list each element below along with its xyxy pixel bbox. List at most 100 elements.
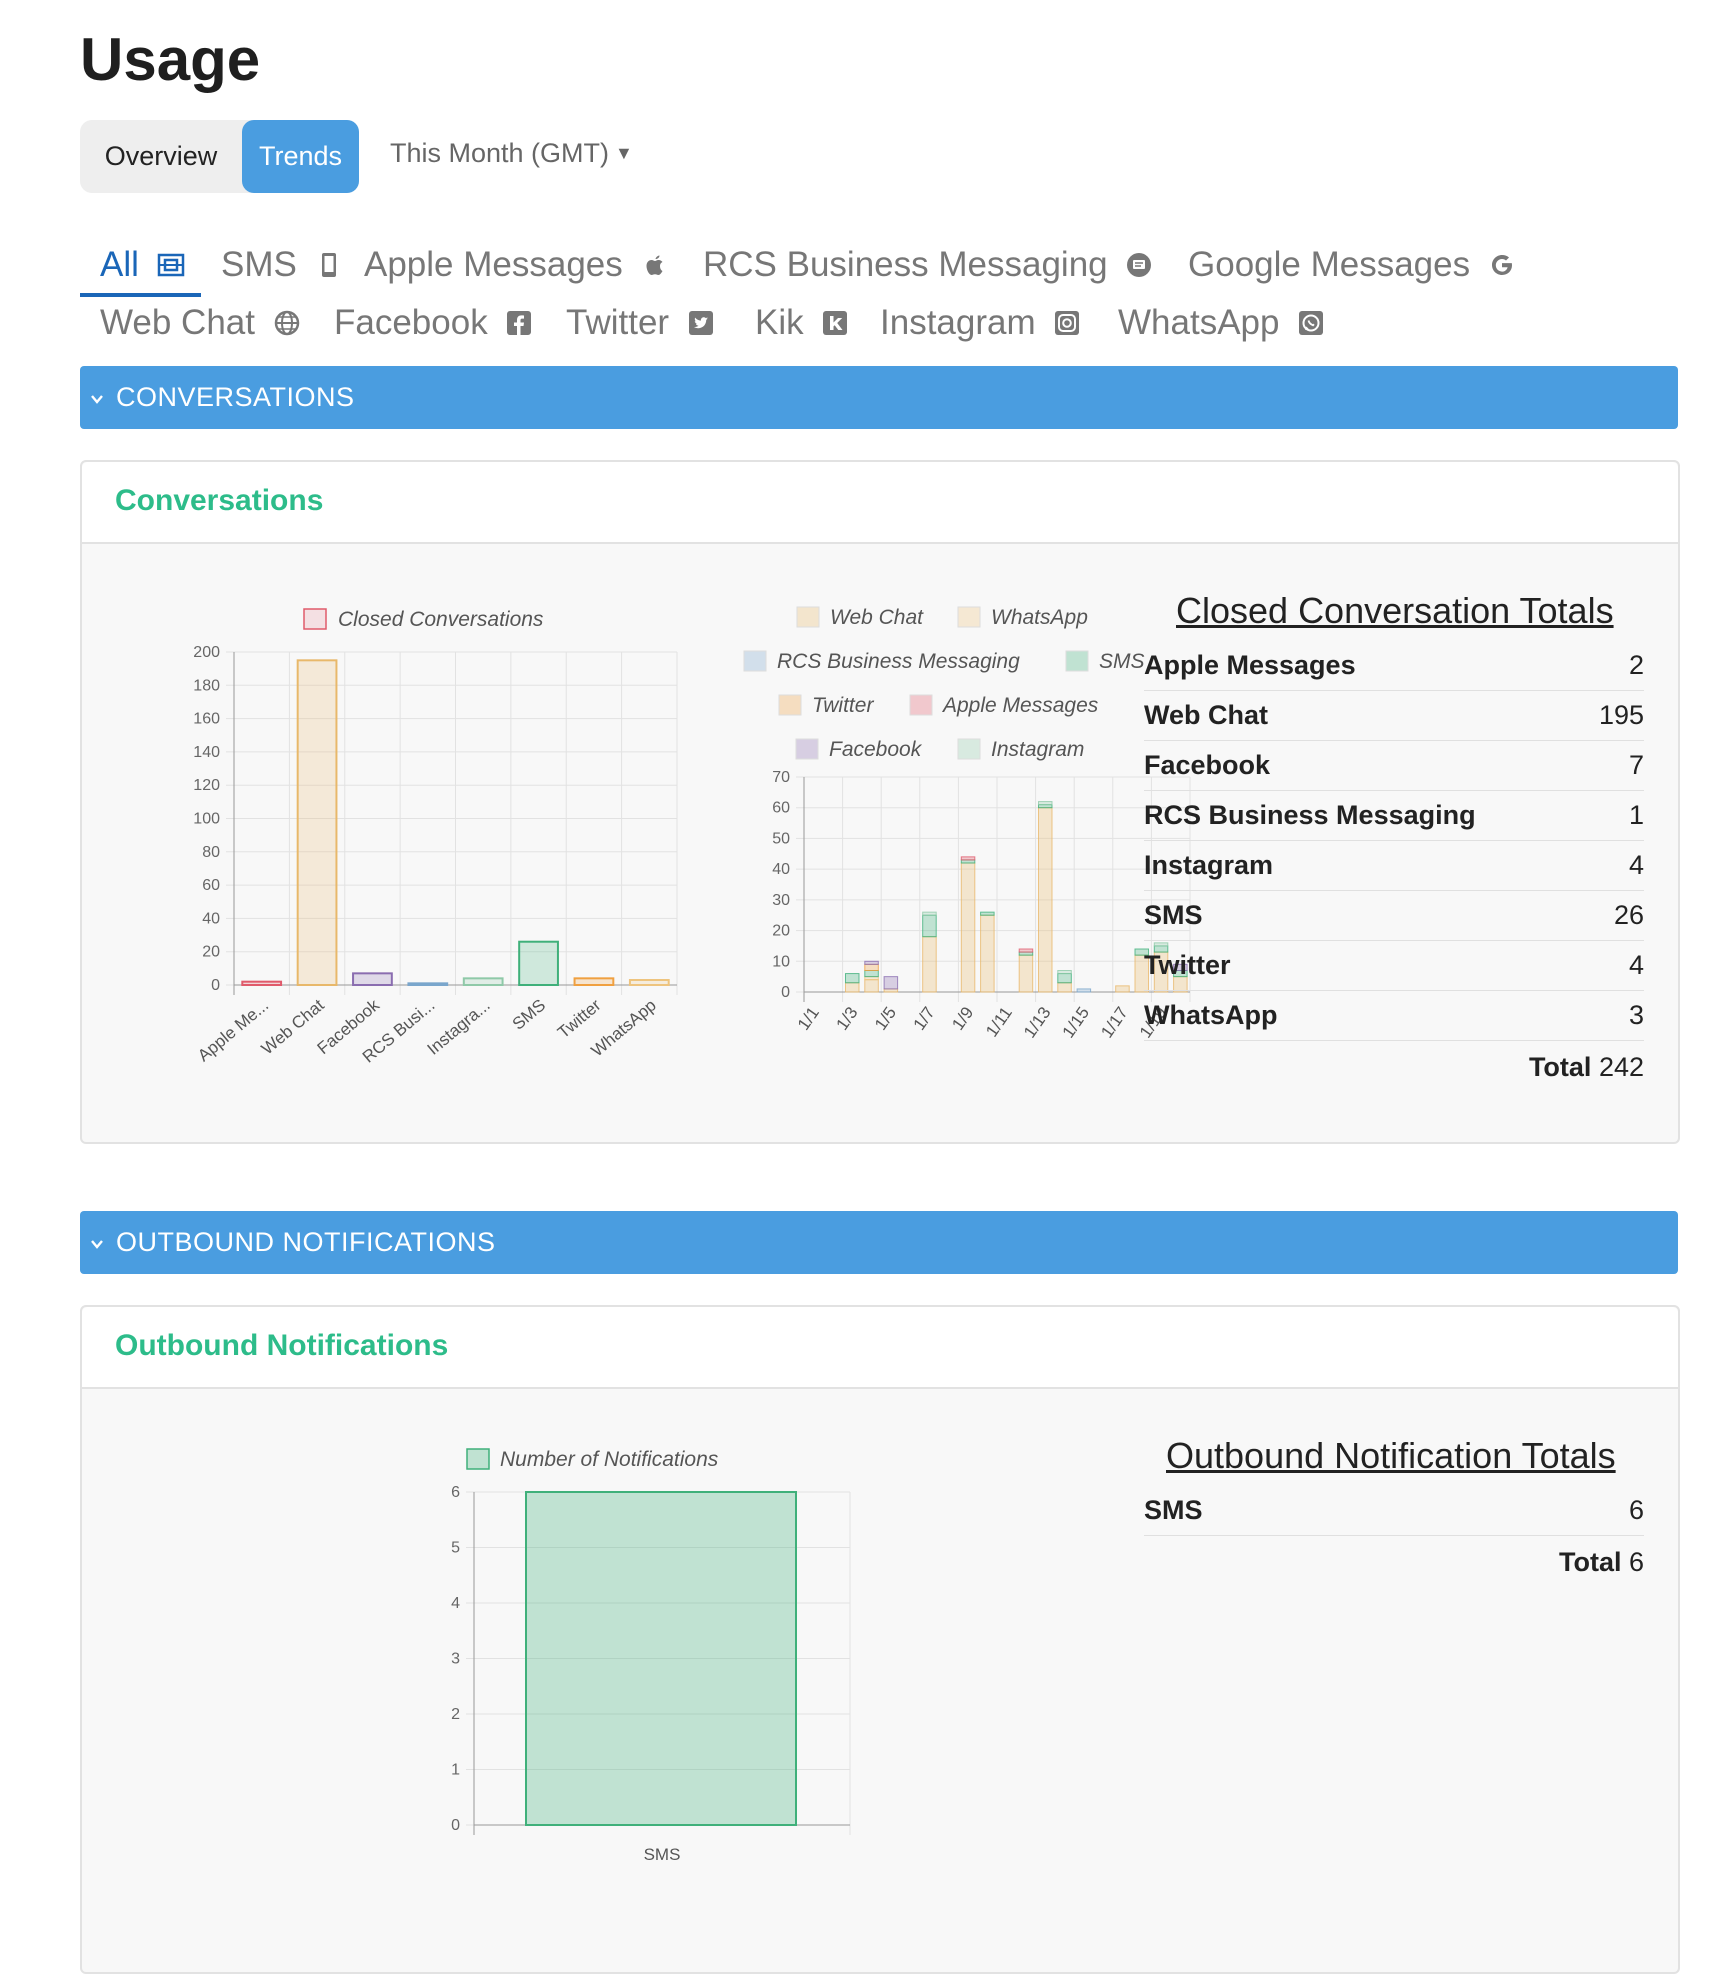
bar <box>407 982 449 986</box>
bar-segment <box>960 856 976 861</box>
y-tick-label: 1 <box>451 1762 460 1779</box>
closed-conversations-bar-chart: 0 20 40 60 80 100 120 140 160 180 200 Closed Conver… <box>193 608 678 1067</box>
y-tick-label: 80 <box>202 844 220 861</box>
tab-whatsapp[interactable]: WhatsApp <box>1118 303 1325 343</box>
tab-google-messages[interactable]: Google Messages <box>1188 245 1516 285</box>
legend-label: Closed Conversations <box>338 608 544 631</box>
bar-segment <box>1037 807 1053 993</box>
bar <box>518 940 559 986</box>
bar-segment <box>980 914 995 993</box>
tab-web-chat[interactable]: Web Chat <box>100 303 301 343</box>
totals-row-value: 4 <box>1628 850 1644 880</box>
bar-segment <box>1018 948 1034 953</box>
y-tick-label: 60 <box>772 800 790 817</box>
tab-kik[interactable]: Kik <box>755 303 849 343</box>
x-tick-label: 1/7 <box>910 1003 939 1033</box>
y-tick-label: 6 <box>451 1484 460 1501</box>
bar-segment <box>922 911 937 916</box>
tab-instagram[interactable]: Instagram <box>880 303 1081 343</box>
tab-label: RCS Business Messaging <box>703 245 1108 284</box>
totals-row-name: Twitter <box>1144 950 1231 980</box>
bar-segment <box>1057 973 1072 984</box>
view-toggle: Overview Trends <box>80 120 359 193</box>
bar-segment <box>1018 954 1034 993</box>
totals-row: WhatsApp 3 <box>1144 992 1644 1041</box>
trends-button[interactable]: Trends <box>242 120 359 193</box>
globe-icon <box>274 310 299 336</box>
tab-sms[interactable]: SMS <box>221 245 343 285</box>
legend-label: Web Chat <box>830 606 924 629</box>
legend-label: RCS Business Messaging <box>777 650 1020 673</box>
y-tick-label: 40 <box>772 861 790 878</box>
conversations-section-toggle[interactable]: CONVERSATIONS <box>80 366 1678 429</box>
date-range-label: This Month (GMT) <box>390 138 610 168</box>
legend-label: Facebook <box>829 738 923 761</box>
bar-segment <box>864 963 879 972</box>
tab-label: Facebook <box>334 303 488 342</box>
bar-segment <box>1057 970 1072 975</box>
total-value: 6 <box>1621 1547 1644 1577</box>
card-title: Outbound Notifications <box>115 1329 449 1362</box>
bar <box>525 1491 797 1826</box>
x-tick-label: SMS <box>644 1845 681 1864</box>
x-tick-label: 1/1 <box>794 1003 823 1033</box>
y-tick-label: 70 <box>772 769 790 786</box>
bar <box>352 972 393 987</box>
y-tick-label: 0 <box>781 984 790 1001</box>
overview-button[interactable]: Overview <box>80 120 242 193</box>
rcs-icon <box>1127 253 1152 277</box>
x-tick-label: Instagra... <box>424 996 494 1059</box>
totals-row-name: SMS <box>1144 1495 1203 1525</box>
y-tick-label: 100 <box>193 811 220 828</box>
totals-row-value: 2 <box>1628 650 1644 680</box>
tab-all[interactable]: All <box>100 245 185 285</box>
legend-label: SMS <box>1099 650 1145 673</box>
chevron-down-icon <box>91 395 103 404</box>
totals-grand-total: Total 6 <box>1144 1547 1644 1578</box>
totals-row: Facebook 7 <box>1144 742 1644 791</box>
bar <box>462 977 504 986</box>
y-tick-label: 0 <box>451 1817 460 1834</box>
tab-twitter[interactable]: Twitter <box>566 303 715 343</box>
legend-swatch <box>303 608 327 630</box>
legend-label: Number of Notifications <box>500 1448 719 1471</box>
legend-swatch <box>466 1448 490 1470</box>
legend-swatch <box>778 694 802 716</box>
totals-row: SMS 6 <box>1144 1487 1644 1536</box>
totals-row-value: 4 <box>1628 950 1644 980</box>
active-tab-underline <box>80 293 201 297</box>
legend-swatch <box>957 738 981 760</box>
x-tick-label: 1/13 <box>1020 1003 1055 1041</box>
legend-label: Twitter <box>812 694 874 717</box>
y-tick-label: 5 <box>451 1540 460 1557</box>
legend-swatch <box>796 606 820 628</box>
totals-row-value: 3 <box>1628 1000 1644 1030</box>
tab-facebook[interactable]: Facebook <box>334 303 533 343</box>
outbound-notifications-section-toggle[interactable]: OUTBOUND NOTIFICATIONS <box>80 1211 1678 1274</box>
tab-rcs-business-messaging[interactable]: RCS Business Messaging <box>703 245 1153 285</box>
legend-swatch <box>957 606 981 628</box>
y-tick-label: 2 <box>451 1706 460 1723</box>
tab-label: All <box>100 245 139 284</box>
bar-segment <box>1057 982 1072 993</box>
bar-segment <box>1115 985 1130 993</box>
bar-segment <box>844 982 860 993</box>
bar-segment <box>960 862 976 993</box>
tab-label: Web Chat <box>100 303 255 342</box>
outbound-notifications-card: Outbound Notifications 0 1 2 3 4 5 6 Number of … <box>80 1305 1680 1974</box>
legend-label: WhatsApp <box>991 606 1088 629</box>
section-label: CONVERSATIONS <box>116 382 355 412</box>
legend-label: Apple Messages <box>941 694 1099 717</box>
total-value: 242 <box>1591 1052 1644 1082</box>
x-tick-label: 1/5 <box>871 1003 900 1033</box>
chevron-down-icon <box>91 1240 103 1249</box>
instagram-icon <box>1055 311 1080 335</box>
y-tick-label: 20 <box>772 923 790 940</box>
totals-row-name: WhatsApp <box>1144 1000 1278 1030</box>
date-range-dropdown[interactable]: This Month (GMT) ▼ <box>390 138 633 169</box>
x-tick-label: 1/3 <box>832 1003 861 1033</box>
usage-page: Usage Overview Trends This Month (GMT) ▼ … <box>0 0 1714 1980</box>
y-tick-label: 160 <box>193 711 220 728</box>
tab-apple-messages[interactable]: Apple Messages <box>364 245 669 285</box>
x-tick-label: Apple Me... <box>194 996 272 1066</box>
